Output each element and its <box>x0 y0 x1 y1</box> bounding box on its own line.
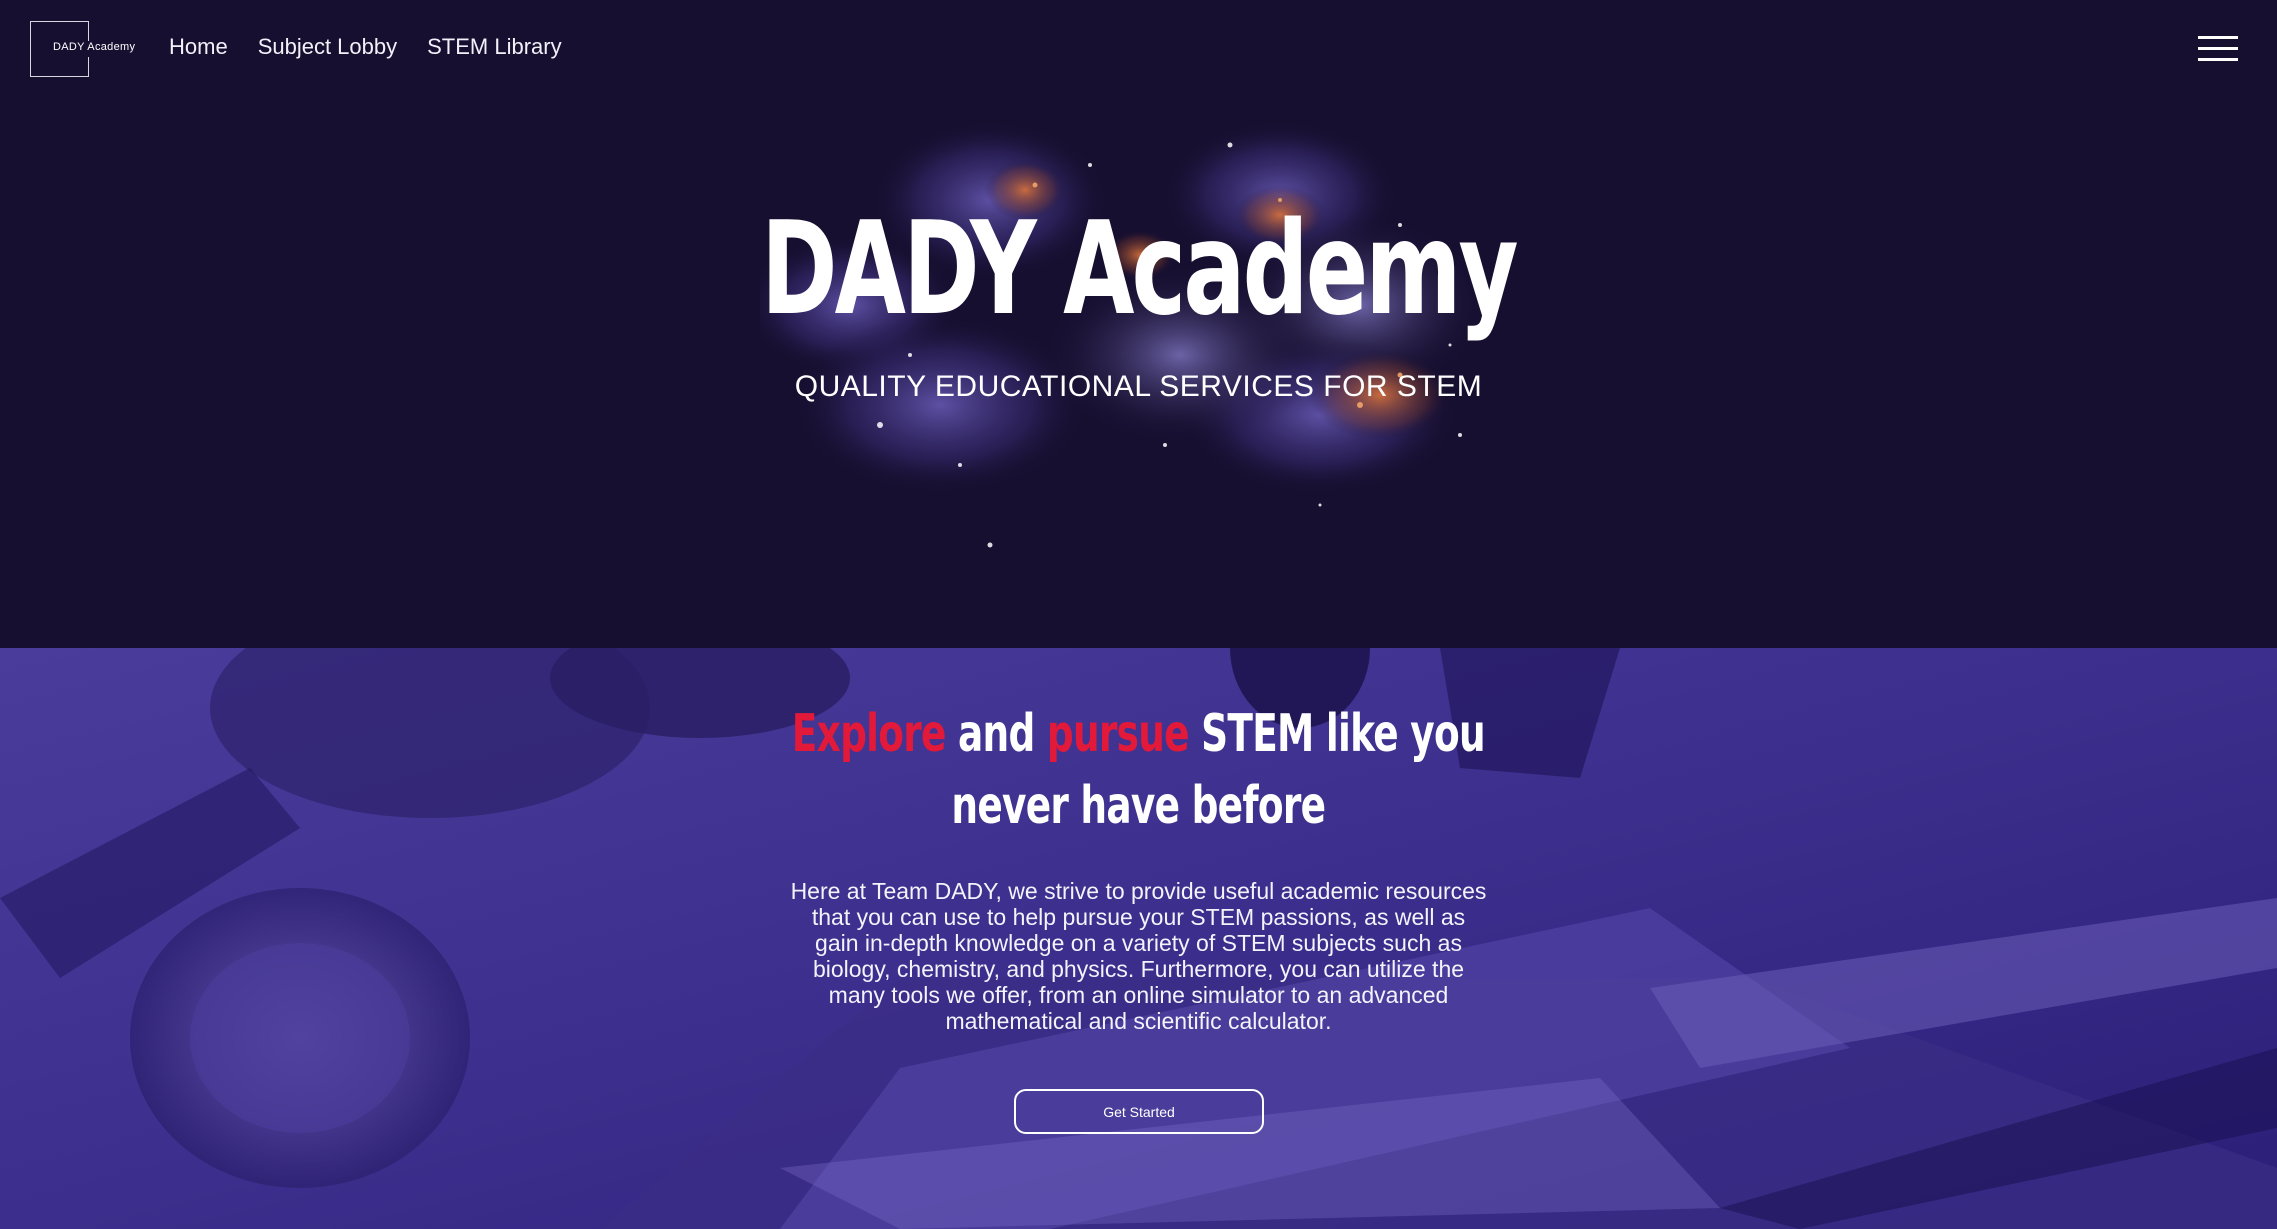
heading-word-stem-like-you: STEM like you <box>1188 704 1486 764</box>
nav-links: Home Subject Lobby STEM Library <box>169 34 562 60</box>
get-started-button[interactable]: Get Started <box>1014 1089 1264 1134</box>
hero-subtitle: QUALITY EDUCATIONAL SERVICES FOR STEM <box>794 370 1483 403</box>
top-navbar: DADY Academy Home Subject Lobby STEM Lib… <box>0 0 2277 100</box>
hero-title: DADY Academy <box>761 195 1518 344</box>
about-section: Explore and pursue STEM like you never h… <box>0 648 2277 1229</box>
about-description: Here at Team DADY, we strive to provide … <box>790 878 1487 1034</box>
nav-link-stem-library[interactable]: STEM Library <box>427 34 561 60</box>
heading-word-and: and <box>945 704 1047 764</box>
heading-line-2: never have before <box>951 776 1326 836</box>
nav-link-home[interactable]: Home <box>169 34 228 60</box>
logo-text[interactable]: DADY Academy <box>53 41 135 53</box>
heading-word-pursue: pursue <box>1046 704 1190 764</box>
hamburger-menu-icon[interactable] <box>2198 36 2238 62</box>
heading-word-explore: Explore <box>791 704 947 764</box>
nav-link-subject-lobby[interactable]: Subject Lobby <box>258 34 397 60</box>
about-heading: Explore and pursue STEM like you never h… <box>319 698 1958 842</box>
